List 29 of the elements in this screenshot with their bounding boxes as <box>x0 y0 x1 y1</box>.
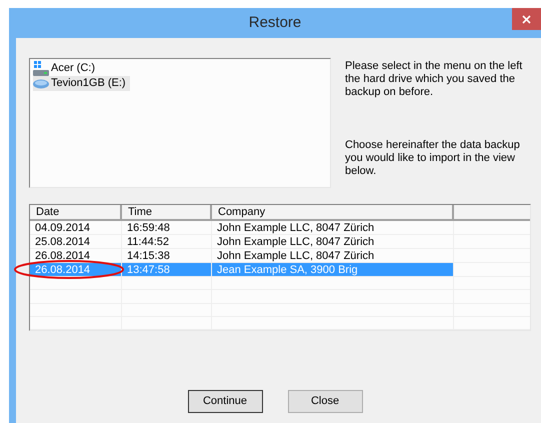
table-row[interactable]: 26.08.2014 14:15:38 John Example LLC, 8047 Zürich <box>30 249 454 262</box>
table-cell: John Example LLC, 8047 Zürich <box>212 249 454 262</box>
dialog-button[interactable]: Continue <box>188 390 262 413</box>
table-cell: John Example LLC, 8047 Zürich <box>212 235 454 248</box>
drive-item[interactable]: Tevion1GB (E:) <box>33 76 130 91</box>
table-cell: 26.08.2014 <box>30 263 122 276</box>
instruction-text: Please select in the menu on the left the hard drive which you saved the backup on before. <box>345 60 524 99</box>
hard-drive-icon <box>33 60 49 76</box>
table-cell: Jean Example SA, 3900 Brig <box>212 263 454 276</box>
table-cell: 26.08.2014 <box>30 249 122 262</box>
column-header[interactable]: Company <box>212 205 454 219</box>
table-cell: 14:15:38 <box>122 249 212 262</box>
instruction-text: Choose hereinafter the data backup you would like to import in the view below. <box>345 139 521 178</box>
table-row[interactable]: 25.08.2014 11:44:52 John Example LLC, 8047 Zürich <box>30 235 454 248</box>
close-button[interactable] <box>512 8 541 30</box>
table-row[interactable]: 04.09.2014 16:59:48 John Example LLC, 8047 Zürich <box>30 221 454 234</box>
dialog-button[interactable]: Close <box>288 390 362 413</box>
table-cell: 16:59:48 <box>122 221 212 234</box>
table-cell: 11:44:52 <box>122 235 212 248</box>
column-header[interactable]: Date <box>30 205 122 219</box>
drive-item[interactable]: Acer (C:) <box>33 61 99 76</box>
window-title: Restore <box>248 12 302 33</box>
disk-drive-icon <box>33 78 49 88</box>
table-cell: 25.08.2014 <box>30 235 122 248</box>
table-cell: 04.09.2014 <box>30 221 122 234</box>
table-cell: John Example LLC, 8047 Zürich <box>212 221 454 234</box>
close-icon <box>522 14 531 24</box>
table-cell: 13:47:58 <box>122 263 212 276</box>
column-header[interactable]: Time <box>122 205 212 219</box>
